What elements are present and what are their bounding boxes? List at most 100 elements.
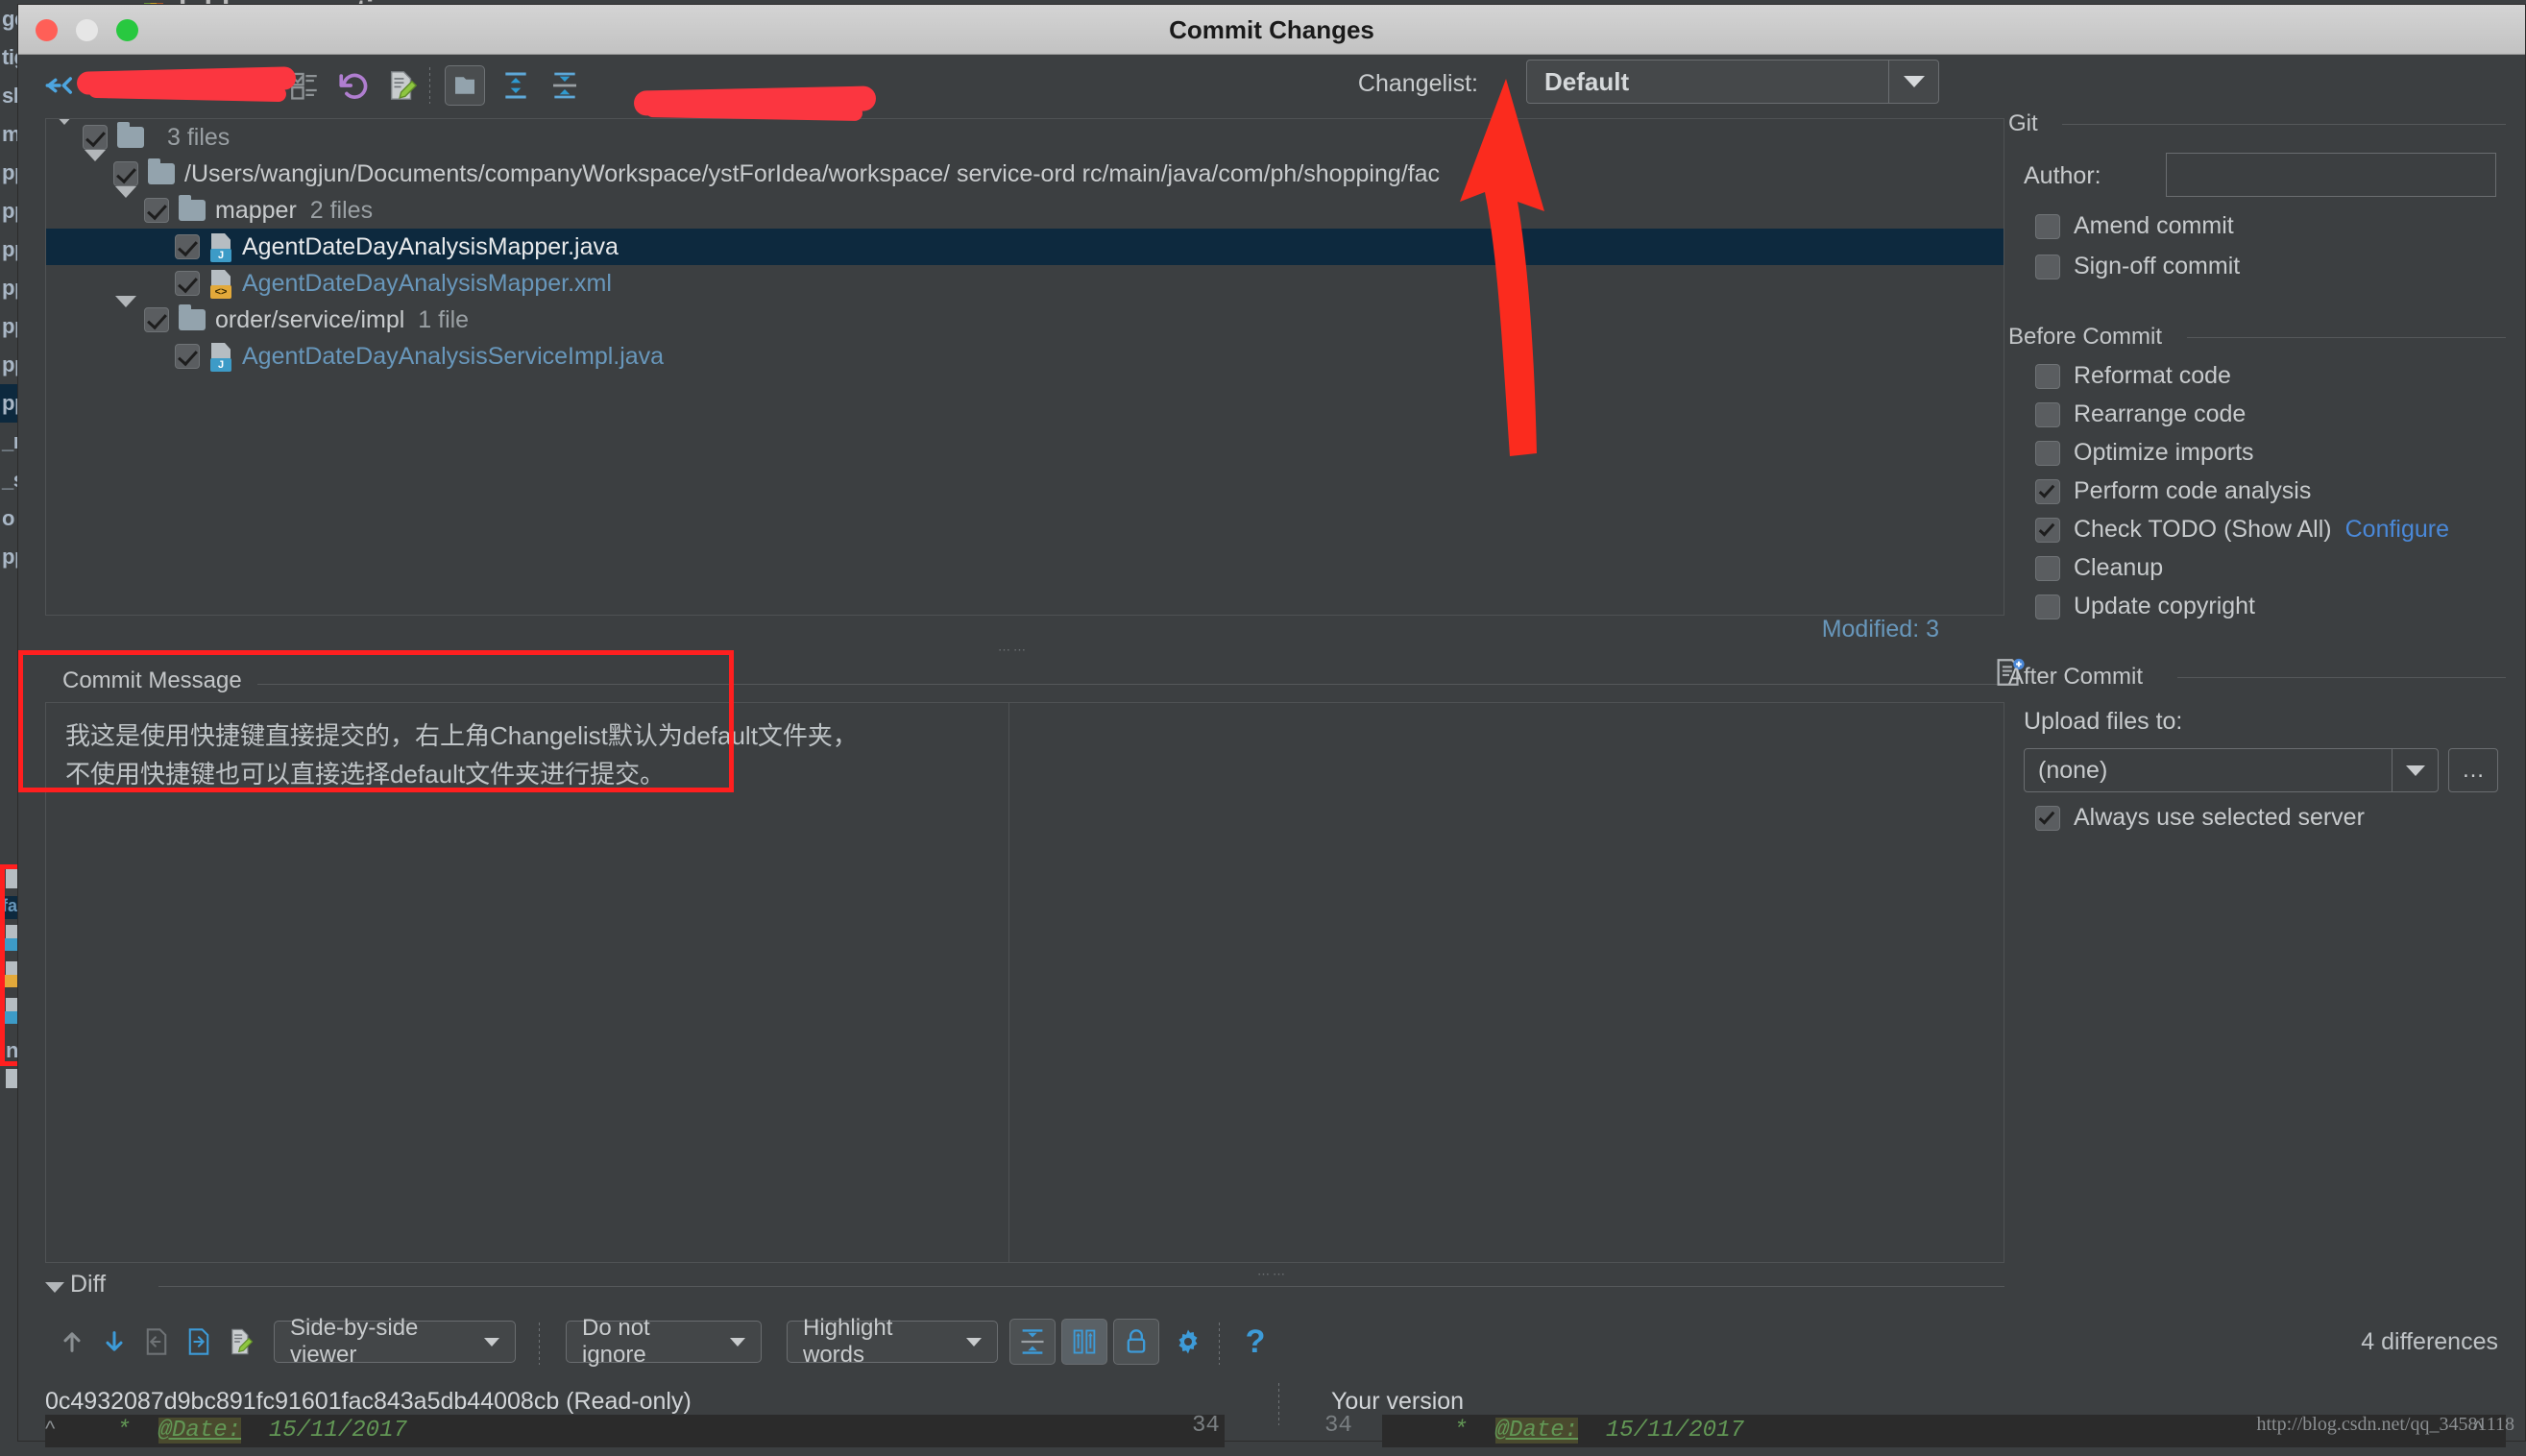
checkbox-label: Reformat code [2074,362,2231,389]
checkbox-label: Rearrange code [2074,400,2247,427]
chevron-down-icon[interactable] [484,1337,499,1347]
chevron-down-icon[interactable] [1888,61,1938,103]
folder-icon [148,158,175,184]
checkbox-box[interactable] [2035,363,2060,389]
rollback-icon[interactable] [333,65,374,106]
row-label: AgentDateDayAnalysisMapper.java [242,232,619,260]
left-code-prefix: * [116,1418,131,1444]
ignore-policy-dropdown[interactable]: Do not ignore [566,1315,762,1368]
row-count: 3 files [167,123,231,151]
section-title-after-commit: After Commit [2008,664,2144,690]
checkbox-box[interactable] [2035,440,2060,466]
row-checkbox[interactable] [175,271,200,296]
checkbox-box[interactable] [2035,213,2060,239]
read-only-lock-icon[interactable] [1113,1319,1159,1365]
previous-difference-icon[interactable] [53,1319,91,1365]
chevron-down-icon[interactable] [730,1337,745,1347]
edit-source-icon[interactable] [382,65,423,106]
viewer-mode-dropdown[interactable]: Side-by-side viewer [274,1315,516,1368]
changed-files-tree[interactable]: 3 files /Users/wangjun/Documents/company… [45,118,2004,616]
commit-message-divider [1008,702,1009,1263]
author-field[interactable] [2166,153,2496,197]
checkbox-box[interactable] [2035,805,2060,831]
chevron-down-icon[interactable] [2392,749,2438,791]
java-file-icon: J [209,343,232,372]
row-count: 1 file [418,305,470,333]
edit-source-icon[interactable] [222,1319,260,1365]
collapse-all-icon[interactable] [545,65,585,106]
checkbox-optimize-imports[interactable]: Optimize imports [2035,439,2254,467]
table-row[interactable]: mapper 2 files [46,186,2004,229]
row-checkbox[interactable] [113,161,138,186]
help-icon[interactable]: ? [1236,1319,1275,1365]
section-title-before-commit: Before Commit [2008,324,2163,350]
checkbox-reformat-code[interactable]: Reformat code [2035,362,2231,390]
expander-icon[interactable] [54,119,79,152]
checkbox-box[interactable] [2035,478,2060,504]
checkbox-perform-code-analysis[interactable]: Perform code analysis [2035,477,2311,505]
window-titlebar: Commit Changes [18,5,2525,55]
row-checkbox[interactable] [175,344,200,369]
diff-section-header[interactable]: Diff [45,1271,2004,1303]
collapse-unchanged-icon[interactable] [1009,1319,1056,1365]
fold-marker-left[interactable]: ^ [45,1417,66,1442]
expander-icon[interactable] [85,150,109,188]
table-row[interactable]: J AgentDateDayAnalysisServiceImpl.java [46,338,2004,375]
gear-icon[interactable] [1167,1319,1209,1365]
commit-options-sidebar: Git Author: Amend commit Sign-off commit… [2008,110,2517,1261]
apply-left-icon[interactable] [137,1319,176,1365]
show-diff-icon[interactable] [39,65,80,106]
synchronize-scrolling-icon[interactable] [1061,1319,1107,1365]
next-difference-icon[interactable] [95,1319,134,1365]
row-checkbox[interactable] [175,234,200,259]
checkbox-box[interactable] [2035,401,2060,427]
checkbox-amend-commit[interactable]: Amend commit [2035,212,2234,240]
right-code-keyword: @Date: [1494,1418,1579,1444]
commit-message-legend: Commit Message [62,667,257,694]
highlight-mode-dropdown[interactable]: Highlight words [787,1315,998,1368]
row-checkbox[interactable] [144,198,169,223]
table-row[interactable]: /Users/wangjun/Documents/companyWorkspac… [46,150,2004,192]
checkbox-cleanup[interactable]: Cleanup [2035,554,2163,582]
expand-all-icon[interactable] [496,65,536,106]
diff-left-pane-title: 0c4932087d9bc891fc91601fac843a5db44008cb… [45,1388,692,1415]
configure-todo-link[interactable]: Configure [2345,516,2449,544]
group-by-directory-icon[interactable] [445,65,485,106]
expander-icon[interactable] [115,296,140,334]
upload-server-dropdown[interactable]: (none) [2024,748,2439,792]
folder-icon [179,195,206,221]
table-row[interactable]: order/service/impl 1 file [46,296,2004,338]
folder-icon [117,122,144,148]
checkbox-update-copyright[interactable]: Update copyright [2035,593,2255,620]
section-title-git: Git [2008,110,2038,136]
browse-server-button[interactable]: … [2448,748,2498,792]
checkbox-box[interactable] [2035,594,2060,619]
divider [2187,337,2506,338]
checkbox-always-use-selected-server[interactable]: Always use selected server [2035,804,2365,832]
table-row[interactable]: 3 files [46,119,2004,156]
splitter-grip[interactable]: ⋯⋯ [998,643,1029,656]
checkbox-rearrange-code[interactable]: Rearrange code [2035,400,2246,428]
row-checkbox[interactable] [144,307,169,332]
checkbox-box[interactable] [2035,254,2060,279]
expander-icon[interactable] [115,186,140,225]
table-row[interactable]: <> AgentDateDayAnalysisMapper.xml [46,265,2004,302]
chevron-down-icon[interactable] [966,1337,982,1347]
row-count: 2 files [309,196,374,224]
table-row[interactable]: J AgentDateDayAnalysisMapper.java [46,229,2004,265]
checkbox-sign-off-commit[interactable]: Sign-off commit [2035,253,2240,280]
checkbox-check-todo[interactable]: Check TODO (Show All) Configure [2035,516,2449,544]
upload-server-value: (none) [2038,756,2108,784]
window-title: Commit Changes [1169,15,1374,44]
chevron-down-icon[interactable] [45,1282,64,1293]
highlight-mode-value: Highlight words [803,1315,893,1368]
checkbox-box[interactable] [2035,517,2060,543]
divider [158,1286,2004,1287]
checkbox-label: Update copyright [2074,593,2256,619]
checkbox-label: Amend commit [2074,212,2234,239]
row-checkbox[interactable] [83,125,108,150]
viewer-mode-value: Side-by-side viewer [290,1315,419,1368]
apply-right-icon[interactable] [180,1319,218,1365]
xml-file-icon: <> [209,270,232,299]
checkbox-box[interactable] [2035,555,2060,581]
